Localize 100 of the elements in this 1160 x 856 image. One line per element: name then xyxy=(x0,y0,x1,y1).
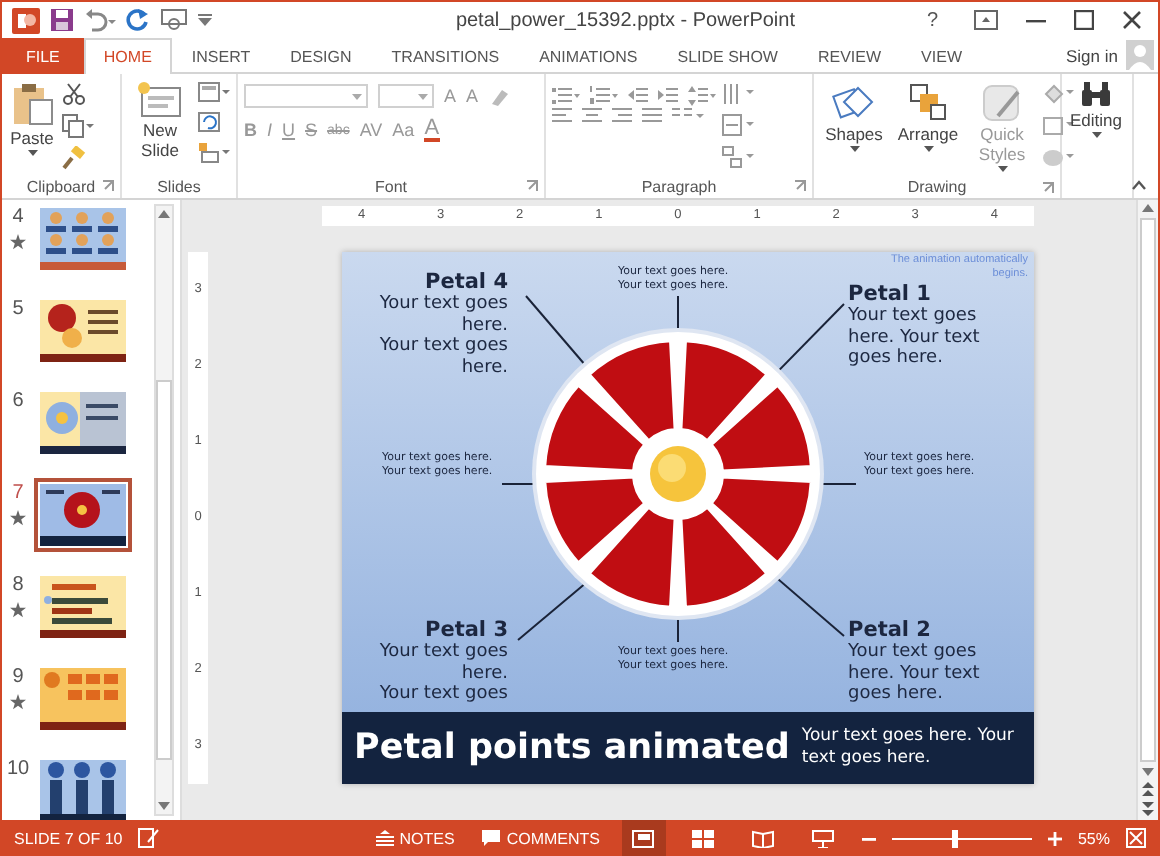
drawing-button[interactable]: Quick Styles xyxy=(968,78,1036,176)
fit-slide-icon[interactable] xyxy=(1126,828,1146,848)
slide-title: Petal points animated xyxy=(354,728,790,768)
paste-button[interactable]: Paste xyxy=(8,78,56,160)
close-icon[interactable] xyxy=(1122,10,1142,31)
scrollbar[interactable] xyxy=(1136,200,1158,820)
decrease-indent-icon[interactable] xyxy=(628,86,648,106)
align-left-icon[interactable] xyxy=(552,106,572,126)
ribbon-tab[interactable]: REVIEW xyxy=(797,38,902,74)
drawing-button[interactable]: Arrange xyxy=(894,78,962,156)
font-size-field[interactable] xyxy=(378,84,434,108)
smartart-icon[interactable] xyxy=(722,146,754,170)
next-slide-icon[interactable] xyxy=(1142,802,1154,816)
scrollbar[interactable] xyxy=(154,204,174,816)
help-button[interactable]: ? xyxy=(918,9,946,32)
format-button[interactable]: B xyxy=(244,120,257,140)
slide-number: 9 xyxy=(12,666,24,688)
binoculars-icon xyxy=(1080,82,1112,108)
slide-thumbnail[interactable] xyxy=(38,482,128,548)
previous-slide-icon[interactable] xyxy=(1142,782,1154,796)
slide-number: 5 xyxy=(12,298,24,320)
ribbon-tab[interactable]: ANIMATIONS xyxy=(519,38,658,74)
group-label: Drawing xyxy=(907,178,967,196)
ribbon-tab[interactable]: TRANSITIONS xyxy=(371,38,520,74)
justify-icon[interactable] xyxy=(642,106,662,126)
scroll-down-icon[interactable] xyxy=(158,802,170,810)
bullets-icon[interactable] xyxy=(552,86,580,106)
slide-thumbnail[interactable] xyxy=(38,298,128,364)
caret-icon xyxy=(27,150,37,156)
slide-thumbnail[interactable] xyxy=(38,758,128,820)
scroll-down-icon[interactable] xyxy=(1142,768,1154,776)
section-icon[interactable] xyxy=(198,142,230,164)
touch-mode-icon[interactable] xyxy=(160,8,188,33)
format-button[interactable]: S xyxy=(305,120,318,140)
customize-caret-icon[interactable] xyxy=(198,14,212,27)
notes-button[interactable]: NOTES xyxy=(369,829,461,847)
slide-thumbnail[interactable] xyxy=(38,574,128,640)
ribbon-tab[interactable]: SLIDE SHOW xyxy=(657,38,798,74)
font-name-field[interactable] xyxy=(244,84,368,108)
scroll-up-icon[interactable] xyxy=(158,210,170,218)
slide-thumbnail[interactable] xyxy=(38,206,128,272)
collapse-ribbon-icon[interactable] xyxy=(1132,180,1146,190)
new-slide-icon xyxy=(138,82,182,118)
align-right-icon[interactable] xyxy=(612,106,632,126)
increase-indent-icon[interactable] xyxy=(658,86,678,106)
dialog-launcher-icon[interactable] xyxy=(102,180,114,192)
copy-icon[interactable] xyxy=(62,114,94,138)
format-painter-icon[interactable] xyxy=(62,146,86,170)
dialog-launcher-icon[interactable] xyxy=(794,180,806,192)
slide-number: 4 xyxy=(12,206,24,228)
ribbon-tab[interactable]: INSERT xyxy=(171,38,271,74)
callout-text: Your text goes here. xyxy=(377,336,508,378)
shape-fill-icon[interactable] xyxy=(1042,82,1074,106)
font-size-button[interactable]: A xyxy=(444,86,457,106)
shape-outline-icon[interactable] xyxy=(1042,114,1074,138)
text-direction-icon[interactable] xyxy=(722,82,754,106)
editing-button[interactable]: Editing xyxy=(1068,78,1124,142)
font-color-button[interactable]: A xyxy=(424,118,440,142)
ribbon-tab[interactable]: VIEW xyxy=(901,38,982,74)
reset-icon[interactable] xyxy=(198,112,220,134)
ribbon-tab[interactable]: FILE xyxy=(2,38,84,74)
comments-button[interactable]: COMMENTS xyxy=(476,829,606,847)
dialog-launcher-icon[interactable] xyxy=(526,180,538,192)
group-label: Paragraph xyxy=(641,177,717,195)
shapes-icon xyxy=(832,82,876,122)
redo-icon[interactable] xyxy=(126,8,150,33)
layout-icon[interactable] xyxy=(198,82,230,104)
grid-view-icon xyxy=(692,829,715,847)
drawing-button[interactable]: Shapes xyxy=(820,78,888,156)
caret-icon xyxy=(1091,132,1101,138)
save-icon[interactable] xyxy=(50,8,74,33)
slide-number: 7 xyxy=(12,482,24,504)
format-button[interactable]: AV xyxy=(359,120,383,140)
ribbon-display-icon[interactable] xyxy=(974,10,998,31)
spelling-icon[interactable] xyxy=(138,828,161,848)
undo-icon[interactable] xyxy=(84,8,116,33)
format-button[interactable]: U xyxy=(282,120,296,140)
format-button[interactable]: I xyxy=(267,120,273,140)
slide-number: 6 xyxy=(12,390,24,412)
new-slide-button[interactable]: New Slide xyxy=(128,78,192,164)
dialog-launcher-icon[interactable] xyxy=(1042,181,1054,193)
maximize-icon[interactable] xyxy=(1074,10,1094,31)
font-size-button[interactable]: A xyxy=(466,86,479,106)
align-text-icon[interactable] xyxy=(722,114,754,138)
zoom-in-icon[interactable] xyxy=(1047,831,1062,845)
line-spacing-icon[interactable] xyxy=(688,86,716,106)
group-label: Slides xyxy=(157,177,201,195)
format-button[interactable]: Aa xyxy=(392,120,415,140)
numbering-icon[interactable] xyxy=(590,86,618,106)
slide-thumbnail[interactable] xyxy=(38,390,128,456)
ribbon-tab[interactable]: DESIGN xyxy=(270,38,372,74)
zoom-level[interactable]: 55% xyxy=(1077,829,1110,847)
group-label: Clipboard xyxy=(26,177,96,195)
scroll-up-icon[interactable] xyxy=(1142,204,1154,212)
ribbon-tab[interactable]: HOME xyxy=(83,38,172,74)
slide-thumbnail[interactable] xyxy=(38,666,128,732)
cut-icon[interactable] xyxy=(62,82,86,106)
sign-in-link[interactable]: Sign in xyxy=(1066,45,1118,66)
align-center-icon[interactable] xyxy=(582,106,602,126)
view-button[interactable] xyxy=(621,820,666,856)
